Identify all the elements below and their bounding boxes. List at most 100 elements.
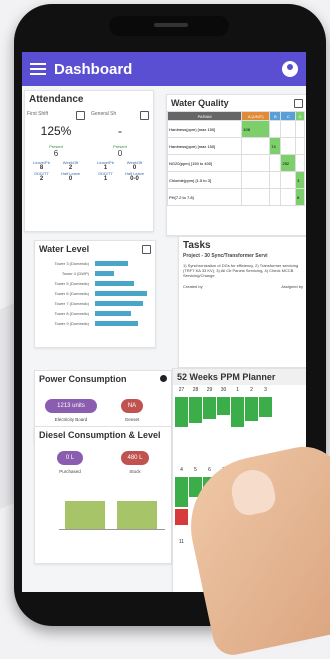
water-level-label: Tower 6 (Domestic) — [54, 291, 89, 296]
row-label: NG20(ppm) [150 to 400] — [167, 154, 243, 172]
open-external-icon[interactable] — [76, 111, 85, 120]
table-header-row: PARAM A (UNIT) B C D — [167, 111, 305, 121]
water-level-label: Tower 8 (Domestic) — [54, 311, 89, 316]
ppm-event[interactable] — [203, 397, 216, 419]
water-level-title: Water Level — [39, 244, 90, 254]
open-external-icon[interactable] — [294, 99, 303, 108]
first-shift-stats: Leave/Pb 8 WeekOff 2 ODD/TT 2 Half Leave 0 — [27, 160, 85, 182]
first-shift-label: First Shift — [27, 111, 49, 117]
general-shift-stats: Leave/Pb 1 WeekOff 0 ODD/TT 1 Half Leave 0-0 — [91, 160, 149, 182]
ppm-event[interactable] — [217, 397, 230, 415]
table-row: Hardness(ppm) [max 150] 108 — [167, 120, 305, 138]
water-level-row: Tower 4 (DWP) — [39, 271, 149, 277]
ppm-event[interactable] — [259, 397, 272, 417]
calendar-day[interactable]: 3 — [259, 387, 272, 395]
present-value: 6 — [53, 149, 59, 158]
table-row: NG20(ppm) [150 to 400] 252 — [167, 154, 305, 172]
water-level-bar — [95, 311, 131, 316]
stock-value-badge: 480 L — [121, 451, 149, 465]
tasks-card: Tasks Project - 30 Sync/Transformer Serv… — [178, 236, 306, 368]
assigned-label: Assigned by — [281, 284, 303, 289]
open-external-icon[interactable] — [142, 245, 151, 254]
water-level-row: Tower 7 (Domestic) — [39, 301, 149, 307]
ppm-event[interactable] — [231, 397, 244, 427]
column-header: D — [295, 111, 305, 121]
diesel-card: Diesel Consumption & Level 0 L Purchased… — [34, 426, 172, 564]
first-shift-panel[interactable]: First Shift 125% Present 6 Leave/Pb 8 Wee… — [27, 105, 85, 182]
table-row: Chloride(ppm) [1.5 to 3] 3 — [167, 171, 305, 189]
water-level-bar — [95, 321, 138, 326]
water-level-bar — [95, 271, 115, 276]
column-header: B — [269, 111, 282, 121]
power-title: Power Consumption — [39, 374, 127, 384]
table-row: PH(7.2 to 7.8) 8 — [167, 188, 305, 206]
calendar-day[interactable]: 29 — [203, 387, 216, 395]
water-level-row: Tower 8 (Domestic) — [39, 311, 149, 317]
water-level-label: Tower 4 (DWP) — [61, 271, 89, 276]
cell-value: 252 — [280, 154, 297, 172]
diesel-title: Diesel Consumption & Level — [39, 430, 161, 440]
task-project[interactable]: Project - 30 Sync/Transformer Servi — [183, 254, 303, 259]
tasks-title: Tasks — [183, 240, 211, 251]
open-external-icon[interactable] — [140, 111, 149, 120]
page-title: Dashboard — [54, 60, 133, 78]
diesel-bar-1 — [65, 501, 105, 529]
odd-value: 1 — [103, 176, 108, 182]
water-level-bar — [95, 261, 128, 266]
water-quality-title: Water Quality — [171, 98, 229, 108]
water-level-label: Tower 3 (Domestic) — [54, 261, 89, 266]
ppm-event[interactable] — [175, 477, 188, 507]
general-shift-panel[interactable]: General Sh - Present 0 Leave/Pb 1 WeekOff… — [91, 105, 149, 182]
halfday-value: 0 — [68, 176, 73, 182]
phone-speaker — [154, 23, 188, 27]
task-description: 1) Synchronization of DGs for efficiency… — [183, 263, 299, 278]
calendar-day[interactable]: 11 — [175, 539, 188, 547]
column-header: A (UNIT) — [241, 111, 271, 121]
electricity-value-badge: 1213 units — [45, 399, 97, 413]
ppm-event[interactable] — [245, 397, 258, 421]
water-level-card: Water Level Tower 3 (Domestic) Tower 4 (D… — [34, 240, 156, 348]
odd-value: 2 — [39, 176, 44, 182]
water-quality-card: Water Quality PARAM A (UNIT) B C D Hardn… — [166, 94, 306, 236]
first-shift-percent: 125% — [40, 124, 72, 138]
table-row: Hardness(ppm) [max 150] 74 — [167, 137, 305, 155]
column-header: C — [280, 111, 297, 121]
ppm-event-overdue[interactable] — [175, 509, 188, 525]
stock-label: Stock — [129, 469, 141, 474]
calendar-day[interactable]: 4 — [175, 467, 188, 475]
cell-value: 3 — [295, 171, 305, 189]
genset-value-badge: NA — [121, 399, 143, 413]
general-shift-percent: - — [118, 124, 122, 138]
calendar-day[interactable]: 2 — [245, 387, 258, 395]
water-quality-table: PARAM A (UNIT) B C D Hardness(ppm) [max … — [167, 111, 305, 206]
row-label: Hardness(ppm) [max 150] — [167, 137, 243, 155]
water-level-row: Tower 9 (Domestic) — [39, 321, 149, 327]
diesel-axis — [59, 529, 165, 530]
genset-label: Genset — [124, 417, 140, 422]
task-meta: Created by Assigned by — [183, 284, 303, 289]
attendance-card: Attendance First Shift 125% Present 6 Le… — [24, 90, 154, 232]
hamburger-icon[interactable] — [30, 60, 46, 78]
account-circle-icon[interactable] — [282, 61, 298, 77]
calendar-day[interactable]: 27 — [175, 387, 188, 395]
electricity-label: Electricity Board — [54, 417, 88, 422]
water-level-row: Tower 5 (Domestic) — [39, 281, 149, 287]
calendar-day[interactable]: 30 — [217, 387, 230, 395]
ppm-event[interactable] — [189, 397, 202, 423]
created-label: Created by — [183, 284, 203, 289]
water-level-row: Tower 6 (Domestic) — [39, 291, 149, 297]
row-label: Chloride(ppm) [1.5 to 3] — [167, 171, 243, 189]
water-level-label: Tower 5 (Domestic) — [54, 281, 89, 286]
water-level-bar — [95, 301, 144, 306]
ppm-title: 52 Weeks PPM Planner — [173, 369, 306, 385]
water-level-row: Tower 3 (Domestic) — [39, 261, 149, 267]
calendar-day[interactable]: 1 — [231, 387, 244, 395]
purchased-label: Purchased — [59, 469, 81, 474]
calendar-day[interactable]: 5 — [189, 467, 202, 475]
calendar-week-row: 27 28 29 30 1 2 3 — [175, 387, 272, 395]
calendar-day[interactable]: 28 — [189, 387, 202, 395]
pie-chart-icon[interactable] — [160, 375, 167, 382]
cell-value: 8 — [295, 188, 305, 206]
present-value: 0 — [117, 149, 123, 158]
ppm-event[interactable] — [175, 397, 188, 427]
